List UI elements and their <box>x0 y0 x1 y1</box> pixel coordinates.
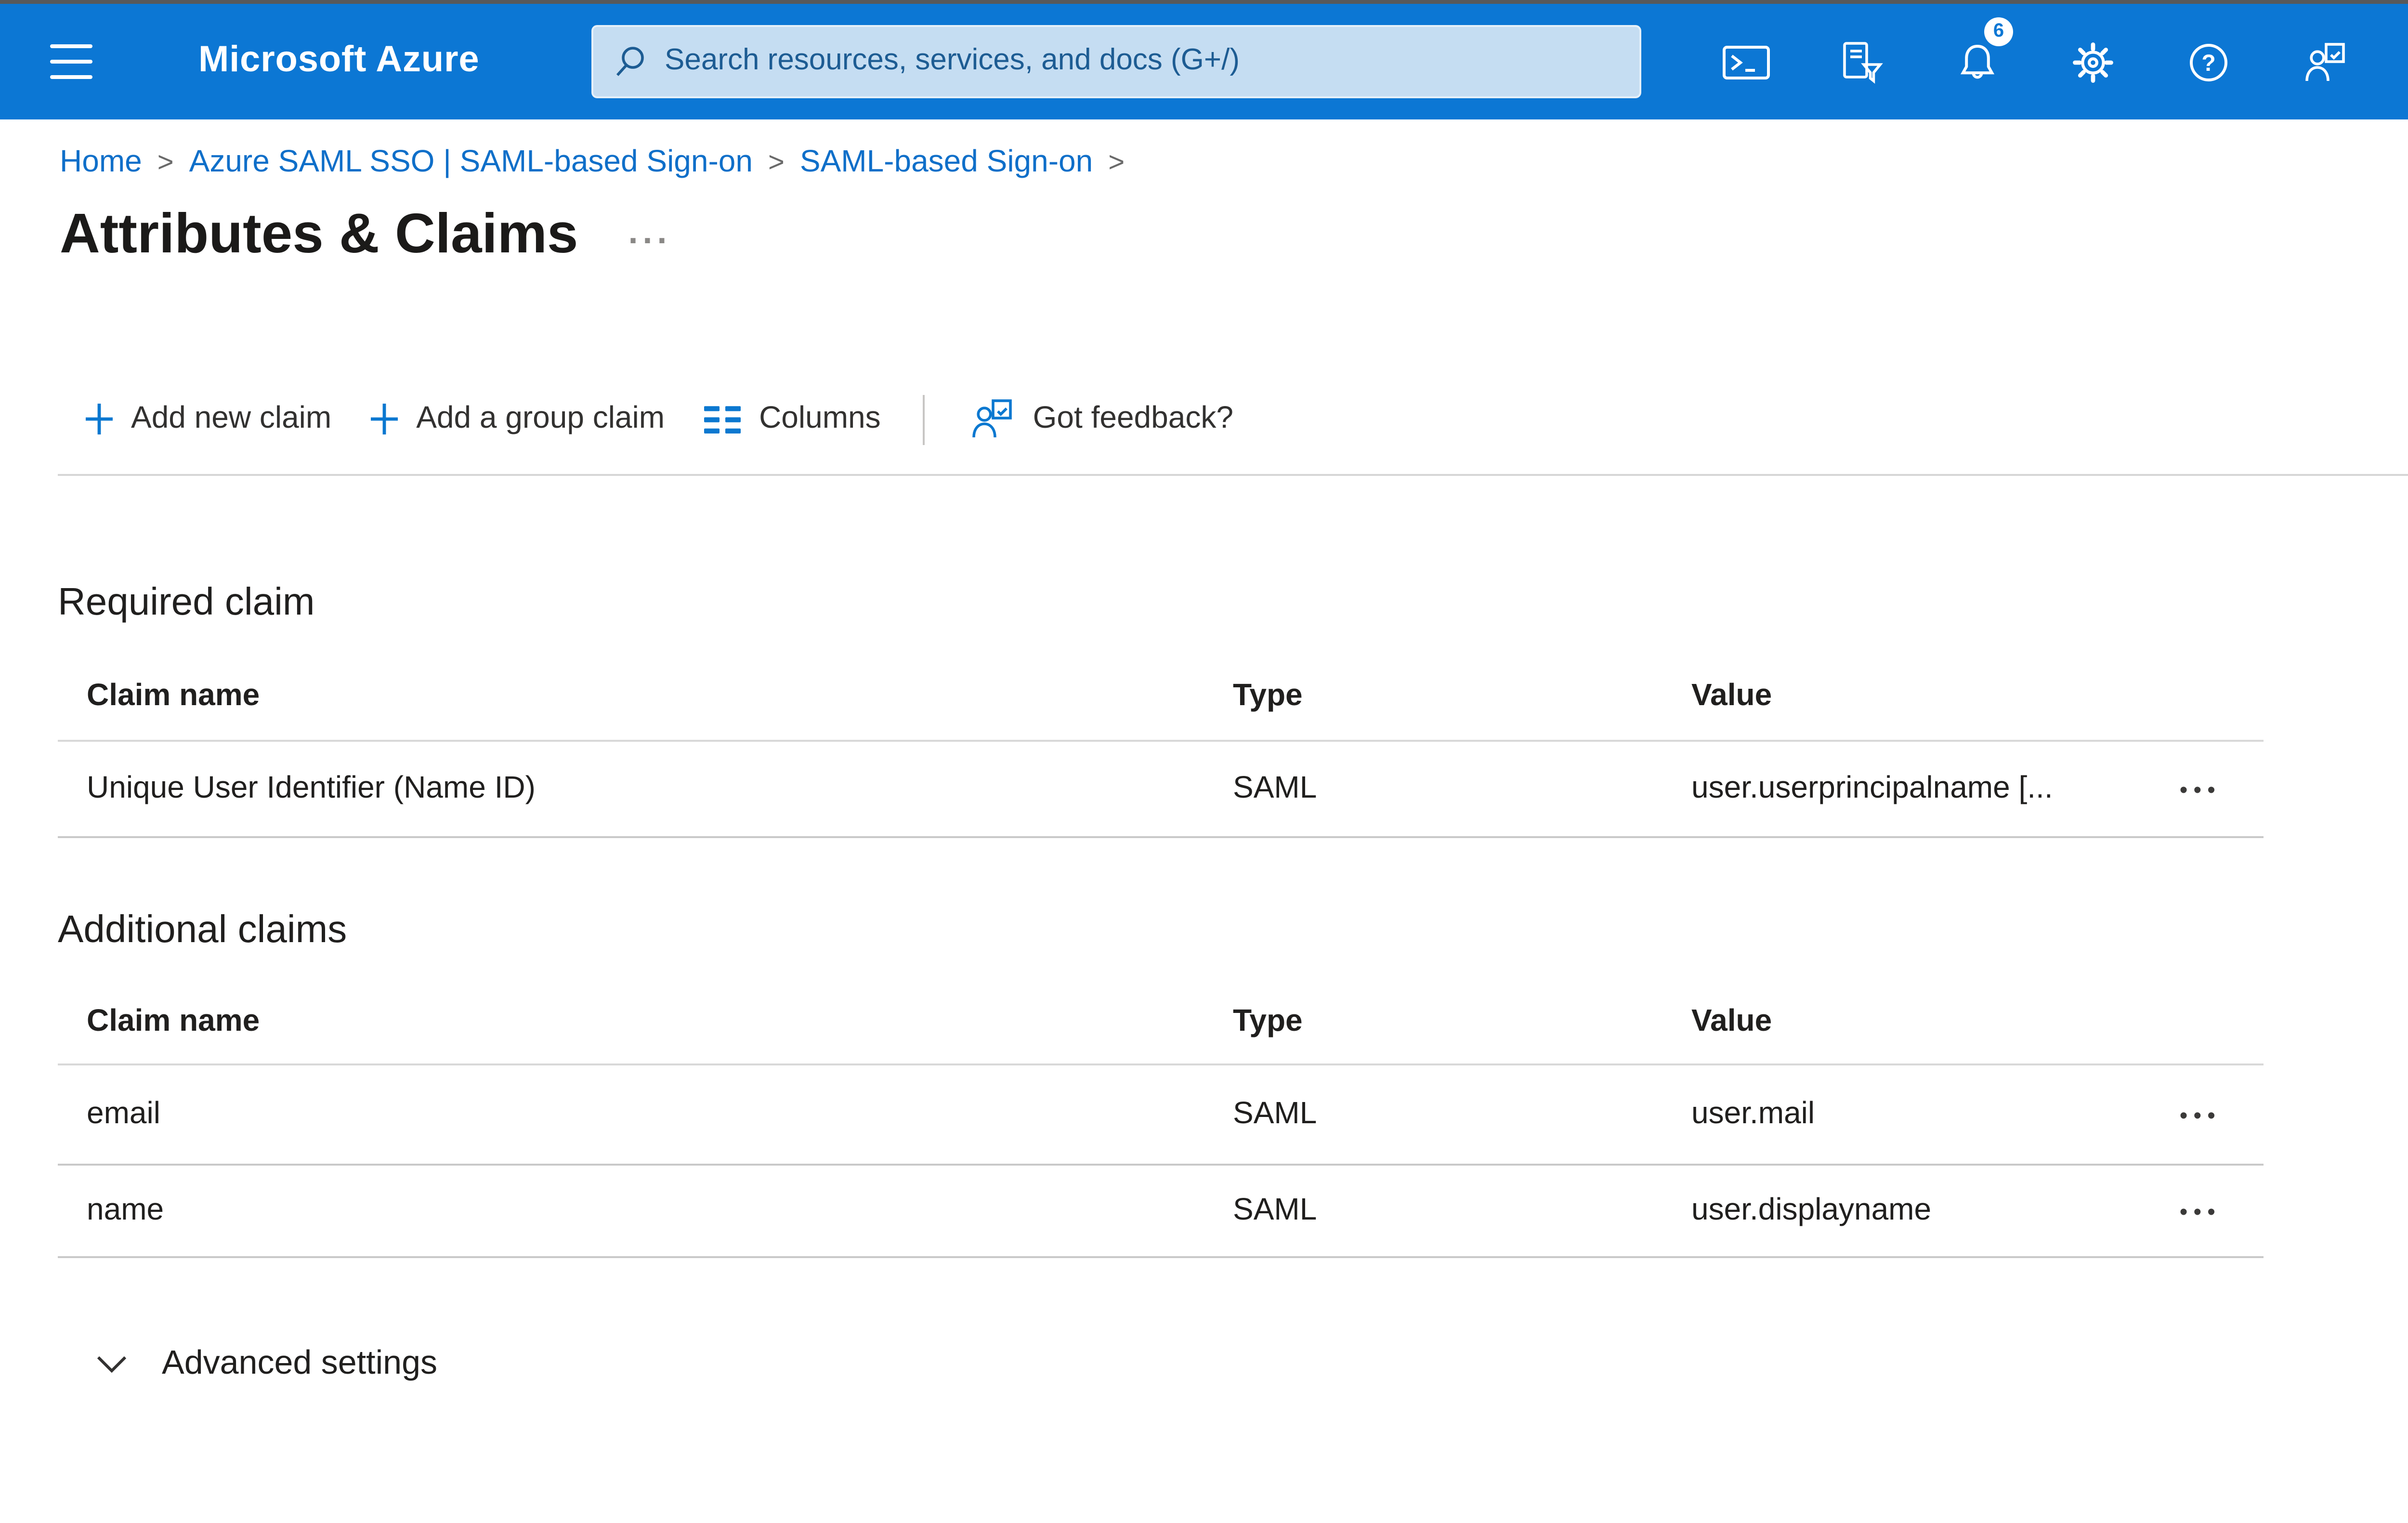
global-search[interactable] <box>591 25 1641 98</box>
claim-name-cell: Unique User Identifier (Name ID) <box>87 772 536 804</box>
breadcrumb-saml-signon[interactable]: SAML-based Sign-on <box>800 146 1093 181</box>
column-header-claim-name: Claim name <box>87 1005 260 1037</box>
help-icon: ? <box>2189 43 2226 80</box>
column-header-value: Value <box>1691 1005 1772 1037</box>
toolbar-divider <box>923 394 925 444</box>
table-row[interactable]: Unique User Identifier (Name ID) SAML us… <box>58 742 2264 838</box>
directories-filter-button[interactable] <box>1819 4 1903 119</box>
table-row[interactable]: name SAML user.displayname ••• <box>58 1166 2264 1258</box>
command-bar: Add new claim Add a group claim Columns … <box>58 389 2408 476</box>
feedback-icon <box>2304 42 2344 80</box>
gear-icon <box>2072 41 2112 82</box>
column-header-type: Type <box>1233 1005 1303 1037</box>
chevron-down-icon <box>97 1355 127 1372</box>
add-group-claim-button[interactable]: Add a group claim <box>351 394 684 444</box>
breadcrumb-chevron-icon: > <box>157 148 174 179</box>
column-header-type: Type <box>1233 679 1303 712</box>
more-icon: ••• <box>2179 775 2221 802</box>
required-claim-heading: Required claim <box>58 582 315 624</box>
feedback-icon <box>972 399 1012 438</box>
claim-value-cell: user.mail <box>1691 1097 1815 1130</box>
bell-icon <box>1959 43 1994 78</box>
breadcrumb-saml-sso[interactable]: Azure SAML SSO | SAML-based Sign-on <box>189 146 753 181</box>
add-group-claim-label: Add a group claim <box>416 402 665 434</box>
search-icon <box>616 47 644 76</box>
help-button[interactable]: ? <box>2165 4 2250 119</box>
row-menu-button[interactable]: ••• <box>2168 1192 2248 1230</box>
claim-name-cell: name <box>87 1194 164 1226</box>
got-feedback-button[interactable]: Got feedback? <box>948 389 1253 449</box>
breadcrumb-home[interactable]: Home <box>60 146 142 181</box>
cloud-shell-button[interactable] <box>1703 4 1788 119</box>
more-icon: ••• <box>2179 1101 2221 1128</box>
more-icon: ••• <box>2179 1197 2221 1224</box>
search-input[interactable] <box>665 44 1620 79</box>
notifications-button[interactable]: 6 <box>1934 4 2019 119</box>
page-context-menu-button[interactable]: ··· <box>628 223 671 258</box>
ellipsis-icon: ··· <box>628 222 672 260</box>
row-menu-button[interactable]: ••• <box>2168 1095 2248 1134</box>
claim-value-cell: user.displayname <box>1691 1194 1932 1226</box>
plus-icon <box>371 404 398 434</box>
advanced-settings-label: Advanced settings <box>162 1343 438 1381</box>
window-top-edge <box>0 0 2408 4</box>
table-header-row: Claim name Type Value <box>58 653 2264 742</box>
svg-text:?: ? <box>2200 50 2214 75</box>
page-header: Attributes & Claims ··· <box>0 197 2408 274</box>
claim-type-cell: SAML <box>1233 772 1317 804</box>
column-header-value: Value <box>1691 679 1772 712</box>
add-new-claim-button[interactable]: Add new claim <box>58 394 351 444</box>
breadcrumb-chevron-icon: > <box>1108 148 1125 179</box>
hamburger-menu-button[interactable] <box>35 4 108 119</box>
advanced-settings-toggle[interactable]: Advanced settings <box>58 1343 437 1383</box>
claim-type-cell: SAML <box>1233 1097 1317 1130</box>
cloud-shell-icon <box>1722 45 1769 79</box>
add-new-claim-label: Add new claim <box>131 402 332 434</box>
row-menu-button[interactable]: ••• <box>2168 770 2248 808</box>
hamburger-icon <box>50 44 92 48</box>
topbar: Microsoft Azure Search resources, servic… <box>0 4 2408 119</box>
claim-type-cell: SAML <box>1233 1194 1317 1226</box>
directory-filter-icon <box>1842 41 1882 83</box>
table-row[interactable]: email SAML user.mail ••• <box>58 1065 2264 1166</box>
columns-icon <box>704 405 741 433</box>
column-header-claim-name: Claim name <box>87 679 260 712</box>
columns-label: Columns <box>759 402 881 434</box>
breadcrumb: Home > Azure SAML SSO | SAML-based Sign-… <box>0 119 2408 181</box>
notification-badge: 6 <box>1984 17 2013 46</box>
topbar-actions: 6 ? <box>1703 4 2366 119</box>
claim-value-cell: user.userprincipalname [... <box>1691 772 2053 804</box>
required-claim-table: Claim name Type Value Unique User Identi… <box>58 653 2264 838</box>
got-feedback-label: Got feedback? <box>1033 402 1233 434</box>
additional-claims-table: Claim name Type Value email SAML user.ma… <box>58 981 2264 1258</box>
settings-button[interactable] <box>2050 4 2134 119</box>
page-title: Attributes & Claims <box>60 204 578 266</box>
additional-claims-heading: Additional claims <box>58 909 347 952</box>
breadcrumb-chevron-icon: > <box>768 148 785 179</box>
table-header-row: Claim name Type Value <box>58 981 2264 1065</box>
columns-button[interactable]: Columns <box>684 394 900 444</box>
plus-icon <box>86 404 113 434</box>
feedback-button[interactable] <box>2281 4 2366 119</box>
claim-name-cell: email <box>87 1097 160 1130</box>
brand-title[interactable]: Microsoft Azure <box>198 4 480 119</box>
azure-portal-window: Microsoft Azure Search resources, servic… <box>0 0 2408 1523</box>
